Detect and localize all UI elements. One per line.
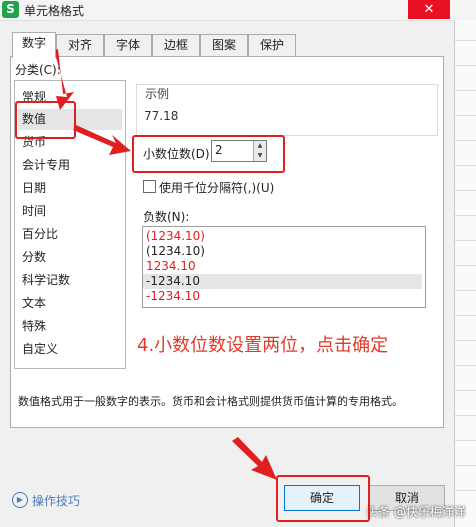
annotation-arrows [54, 49, 277, 480]
arrow-to-category [54, 49, 74, 110]
arrow-to-decimal [73, 125, 131, 155]
tab-number[interactable]: 数字 [12, 32, 56, 58]
arrow-to-ok [232, 437, 277, 480]
